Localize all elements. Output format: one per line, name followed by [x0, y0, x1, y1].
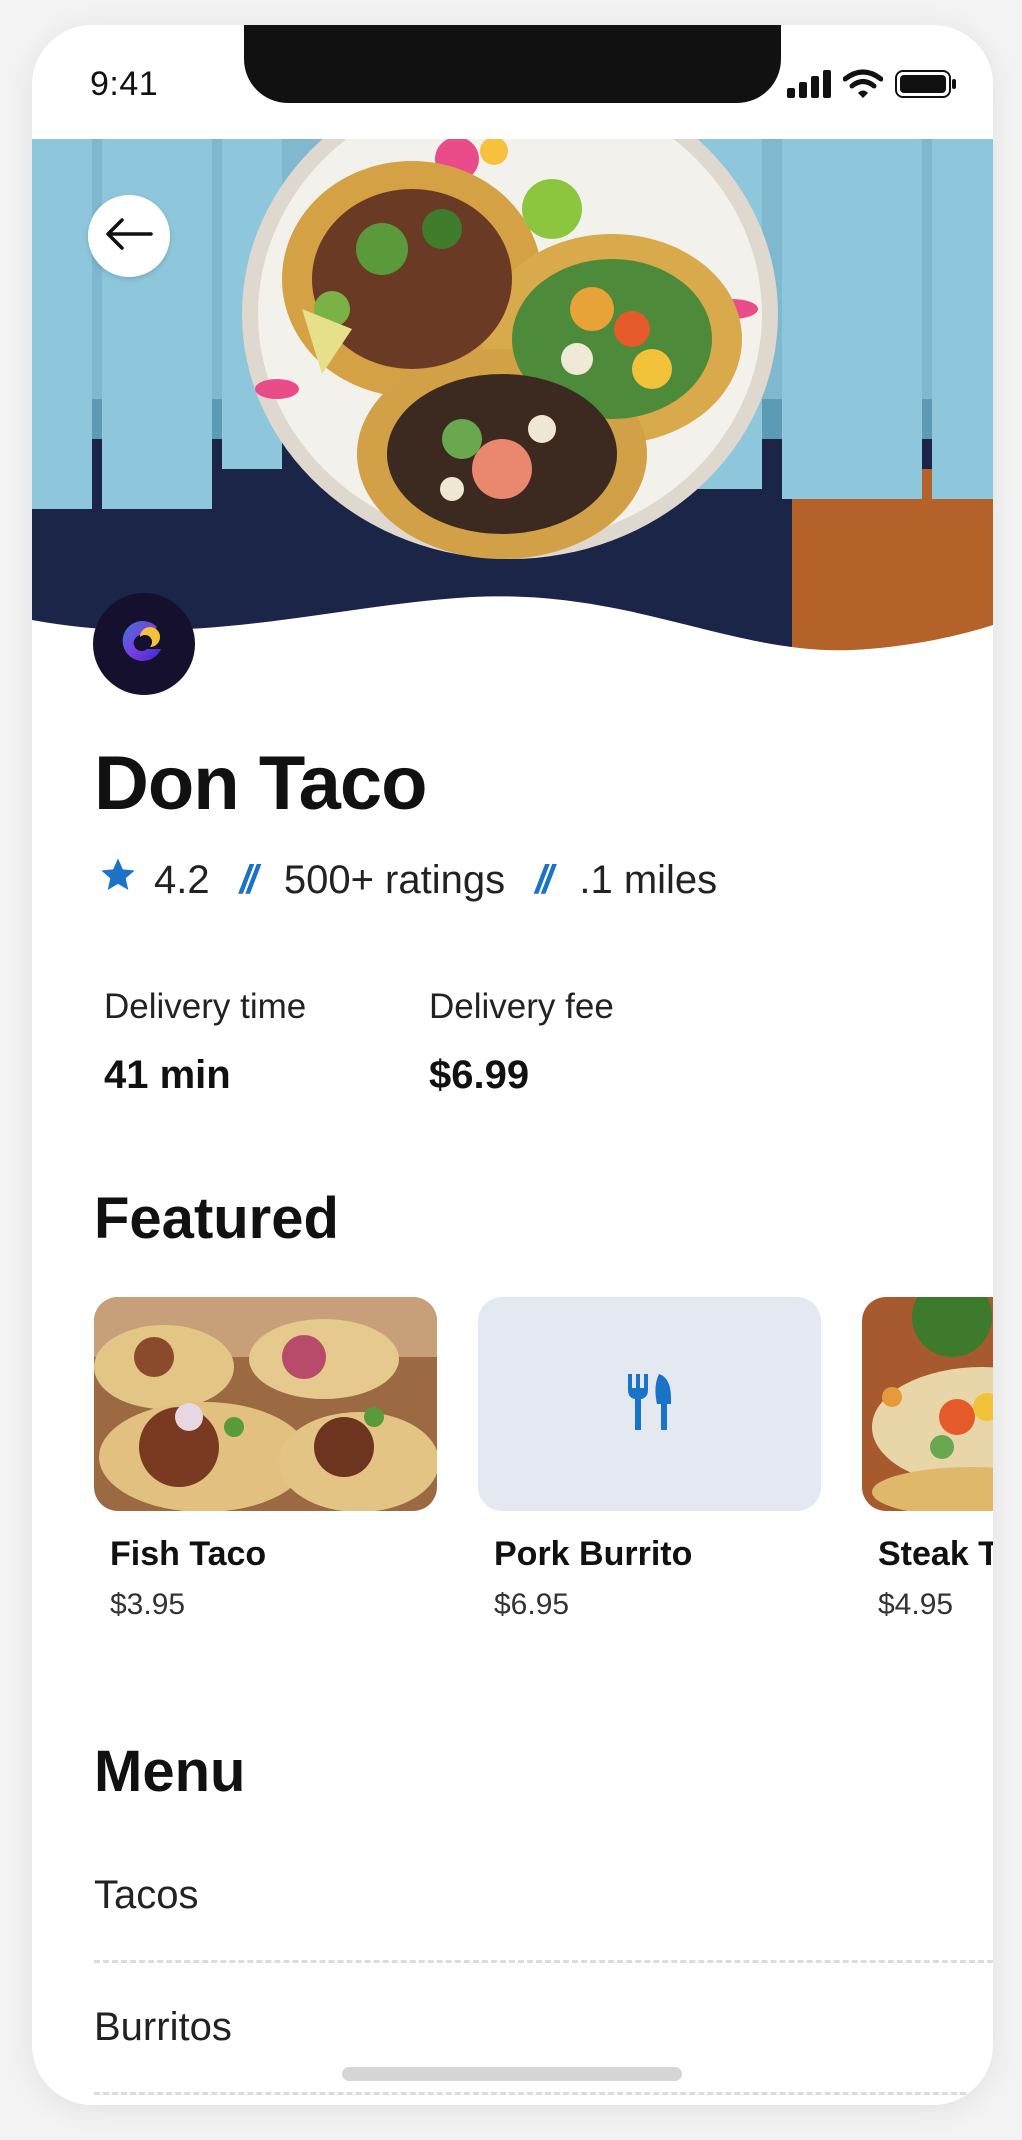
- back-arrow-icon: [104, 217, 154, 256]
- home-indicator[interactable]: [342, 2067, 682, 2081]
- menu-item-tacos[interactable]: Tacos: [94, 1873, 993, 1918]
- delivery-time-value: 41 min: [104, 1053, 231, 1097]
- delivery-fee-block: Delivery fee $6.99: [429, 987, 614, 1098]
- featured-title: Featured: [94, 1186, 339, 1251]
- status-icons: [787, 69, 957, 104]
- status-time: 9:41: [90, 65, 159, 103]
- menu-title: Menu: [94, 1739, 246, 1804]
- restaurant-logo: [93, 593, 195, 695]
- featured-card[interactable]: Pork Burrito $6.95: [478, 1297, 821, 1622]
- featured-item-name: Steak Taco: [878, 1535, 993, 1573]
- featured-item-price: $3.95: [110, 1588, 186, 1621]
- featured-item-price: $4.95: [878, 1588, 954, 1621]
- rating-row: 4.2 // 500+ ratings // .1 miles: [98, 855, 717, 905]
- divider: [94, 1960, 993, 1963]
- notch: [244, 25, 781, 103]
- featured-item-image-placeholder: [478, 1297, 821, 1511]
- featured-card[interactable]: Fish Taco $3.95: [94, 1297, 437, 1622]
- delivery-time-label: Delivery time: [104, 987, 307, 1026]
- hero-image: [32, 139, 993, 659]
- featured-item-image: [862, 1297, 993, 1511]
- battery-icon: [895, 70, 957, 103]
- separator: //: [239, 857, 258, 902]
- phone-screen: 9:41 Don Taco 4.2 // 500+ ratings // .1 …: [32, 25, 993, 2105]
- featured-item-image: [94, 1297, 437, 1511]
- menu-item-burritos[interactable]: Burritos: [94, 2005, 993, 2050]
- delivery-time-block: Delivery time 41 min: [104, 987, 306, 1098]
- delivery-fee-value: $6.99: [429, 1053, 530, 1097]
- wifi-icon: [842, 69, 884, 104]
- back-button[interactable]: [88, 195, 170, 277]
- featured-item-name: Pork Burrito: [494, 1535, 693, 1573]
- signal-icon: [787, 70, 831, 103]
- ratings-count: 500+ ratings: [283, 857, 506, 902]
- divider: [94, 2092, 993, 2095]
- delivery-fee-label: Delivery fee: [429, 987, 614, 1026]
- fork-knife-icon: [625, 1373, 675, 1435]
- separator: //: [535, 857, 553, 902]
- restaurant-logo-icon: [117, 615, 171, 674]
- restaurant-name: Don Taco: [94, 741, 428, 826]
- rating-value: 4.2: [154, 857, 210, 902]
- featured-item-price: $6.95: [494, 1588, 570, 1621]
- featured-item-name: Fish Taco: [110, 1535, 267, 1573]
- star-icon: [98, 855, 138, 905]
- distance: .1 miles: [579, 857, 718, 902]
- status-bar: 9:41: [32, 25, 993, 139]
- featured-card[interactable]: Steak Taco $4.95: [862, 1297, 993, 1622]
